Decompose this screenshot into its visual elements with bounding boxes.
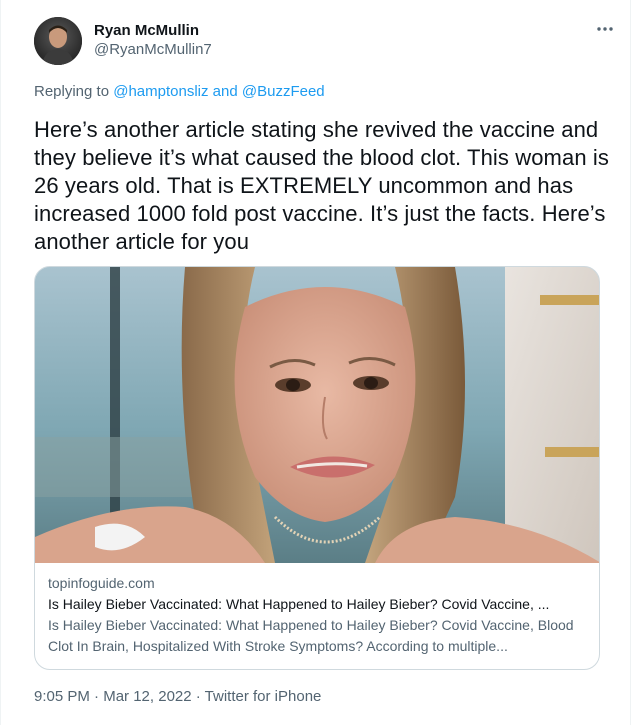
meta-separator: ·: [191, 688, 205, 705]
card-description: Is Hailey Bieber Vaccinated: What Happen…: [48, 617, 574, 654]
ellipsis-icon: [597, 27, 613, 31]
replying-to: Replying to @hamptonsliz and @BuzzFeed: [34, 83, 325, 100]
card-info: topinfoguide.com Is Hailey Bieber Vaccin…: [48, 573, 588, 657]
tweet-text: Here’s another article stating she reviv…: [34, 117, 609, 254]
tweet-time[interactable]: 9:05 PM: [34, 688, 90, 705]
mention-hamptonsliz[interactable]: @hamptonsliz: [113, 83, 208, 100]
more-options-button[interactable]: [594, 18, 616, 40]
meta-separator: ·: [89, 688, 104, 705]
card-image: [35, 267, 599, 563]
tweet: Ryan McMullin @RyanMcMullin7 Replying to…: [0, 0, 631, 725]
avatar[interactable]: [34, 17, 82, 65]
replying-to-conjunction: and: [208, 83, 242, 100]
tweet-source[interactable]: Twitter for iPhone: [205, 688, 322, 705]
user-handle[interactable]: @RyanMcMullin7: [94, 40, 212, 59]
card-title: Is Hailey Bieber Vaccinated: What Happen…: [48, 596, 550, 612]
mention-buzzfeed[interactable]: @BuzzFeed: [242, 83, 325, 100]
tweet-metadata: 9:05 PM · Mar 12, 2022 · Twitter for iPh…: [34, 688, 321, 705]
tweet-header: Ryan McMullin @RyanMcMullin7: [34, 17, 212, 65]
card-domain: topinfoguide.com: [48, 575, 155, 591]
link-card[interactable]: topinfoguide.com Is Hailey Bieber Vaccin…: [34, 266, 600, 670]
tweet-date[interactable]: Mar 12, 2022: [103, 688, 191, 705]
display-name[interactable]: Ryan McMullin: [94, 21, 212, 40]
replying-to-label: Replying to: [34, 83, 114, 100]
